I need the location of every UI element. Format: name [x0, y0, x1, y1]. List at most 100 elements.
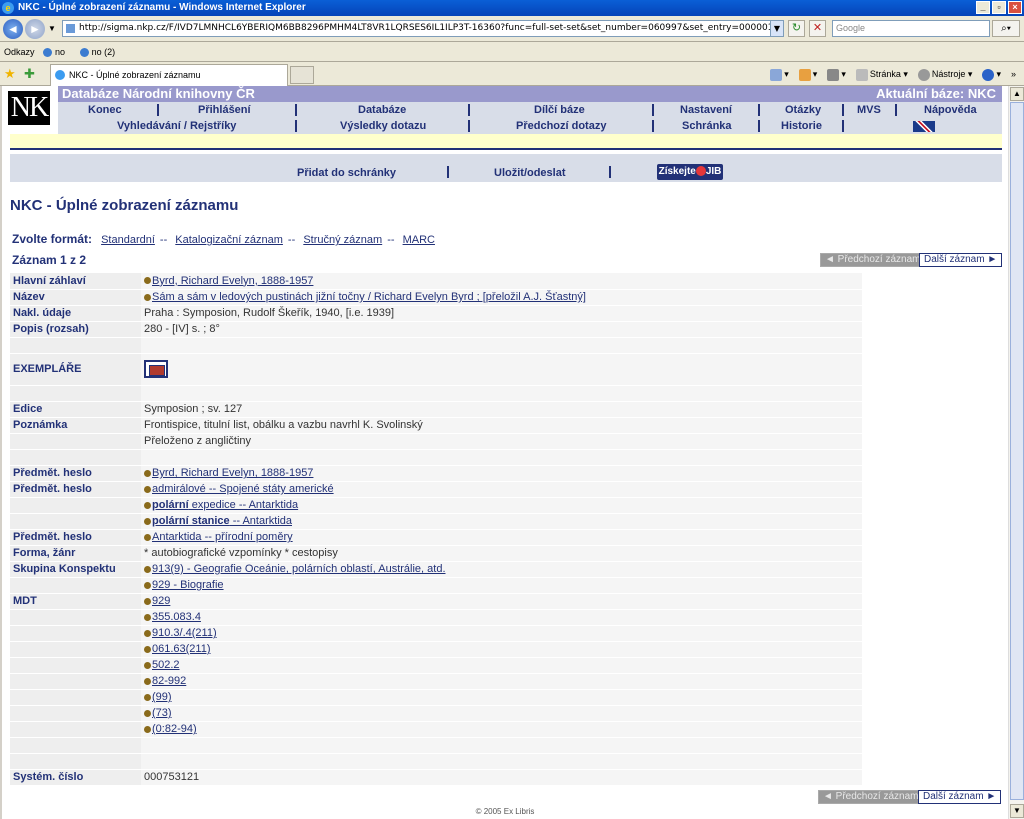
- chevron-icon[interactable]: »: [1011, 66, 1016, 82]
- english-flag-icon[interactable]: [913, 121, 935, 132]
- field-label: Nakl. údaje: [10, 305, 141, 322]
- address-dropdown-icon[interactable]: ▼: [770, 21, 783, 36]
- field-value: Přeloženo z angličtiny: [141, 433, 862, 450]
- menu-napoveda[interactable]: Nápověda: [924, 102, 977, 118]
- refresh-icon[interactable]: ↻: [788, 20, 805, 37]
- db-title: Databáze Národní knihovny ČR: [62, 86, 255, 101]
- menu-separator: [468, 104, 470, 116]
- field-link[interactable]: (99): [152, 691, 172, 703]
- field-link[interactable]: 929: [152, 595, 170, 607]
- scroll-up-icon[interactable]: ▲: [1010, 87, 1024, 101]
- menu-schranka[interactable]: Schránka: [682, 118, 732, 134]
- link-no[interactable]: no: [43, 47, 71, 58]
- back-button[interactable]: ◄: [3, 19, 23, 39]
- link-no-2[interactable]: no (2): [79, 47, 122, 58]
- window-title: NKC - Úplné zobrazení záznamu - Windows …: [18, 2, 306, 13]
- prev-record-button[interactable]: ◄ Předchozí záznam: [820, 253, 926, 267]
- field-link[interactable]: Byrd, Richard Evelyn, 1888-1957: [152, 467, 313, 479]
- print-button[interactable]: ▾: [827, 66, 846, 82]
- format-marc-link[interactable]: MARC: [403, 234, 435, 246]
- record-row: Edice Symposion ; sv. 127: [10, 401, 862, 418]
- next-record-button-bottom[interactable]: Další záznam ►: [918, 790, 1002, 804]
- search-button[interactable]: ⌕▾: [992, 20, 1020, 37]
- field-label: [10, 689, 141, 706]
- field-label: Předmět. heslo: [10, 465, 141, 482]
- maximize-button[interactable]: ▫: [992, 1, 1006, 14]
- holdings-icon[interactable]: [144, 360, 168, 378]
- add-to-basket-link[interactable]: Přidat do schránky: [297, 167, 396, 179]
- home-button[interactable]: ▾: [770, 66, 789, 82]
- tools-menu[interactable]: Nástroje ▾: [917, 66, 972, 82]
- field-link[interactable]: 355.083.4: [152, 611, 201, 623]
- menu-separator: [842, 120, 844, 132]
- save-send-link[interactable]: Uložit/odeslat: [494, 167, 566, 179]
- stop-icon[interactable]: ✕: [809, 20, 826, 37]
- notice-band: [10, 134, 1002, 150]
- field-link[interactable]: 910.3/.4(211): [152, 627, 217, 639]
- next-record-button[interactable]: Další záznam ►: [919, 253, 1003, 267]
- format-brief-link[interactable]: Stručný záznam: [303, 234, 382, 246]
- add-favorites-icon[interactable]: ✚: [24, 66, 35, 82]
- menu-databaze[interactable]: Databáze: [358, 102, 406, 118]
- page-icon: [66, 24, 75, 33]
- field-value: 929: [141, 593, 862, 610]
- menu-vyhledavani[interactable]: Vyhledávání / Rejstříky: [117, 118, 236, 134]
- feeds-button[interactable]: ▾: [798, 66, 817, 82]
- field-link[interactable]: polární stanice -- Antarktida: [152, 515, 292, 527]
- help-button[interactable]: ▾: [982, 66, 1001, 82]
- menu-mvs[interactable]: MVS: [857, 102, 881, 118]
- search-input[interactable]: Google: [832, 20, 990, 37]
- menu-dilci-baze[interactable]: Dílčí báze: [534, 102, 585, 118]
- record-row: [10, 385, 862, 402]
- bullet-icon: [144, 677, 151, 685]
- record-row: [10, 449, 862, 466]
- field-link[interactable]: 929 - Biografie: [152, 579, 224, 591]
- field-link[interactable]: Antarktida -- přírodní poměry: [152, 531, 293, 543]
- record-row: [10, 753, 862, 770]
- menu-prihlaseni[interactable]: Přihlášení: [198, 102, 251, 118]
- close-button[interactable]: ×: [1008, 1, 1022, 14]
- field-link[interactable]: Byrd, Richard Evelyn, 1888-1957: [152, 275, 313, 287]
- favorites-star-icon[interactable]: ★: [4, 66, 16, 82]
- format-standard-link[interactable]: Standardní: [101, 234, 155, 246]
- bullet-icon: [144, 693, 151, 701]
- bullet-icon: [144, 613, 151, 621]
- field-link[interactable]: admirálové -- Spojené státy americké: [152, 483, 334, 495]
- menu-vysledky-dotazu[interactable]: Výsledky dotazu: [340, 118, 426, 134]
- menu-konec[interactable]: Konec: [88, 102, 122, 118]
- menu-historie[interactable]: Historie: [781, 118, 822, 134]
- field-link[interactable]: Sám a sám v ledových pustinách jižní toč…: [152, 291, 586, 303]
- field-value: (99): [141, 689, 862, 706]
- jib-button[interactable]: Získejte JIB: [657, 164, 723, 180]
- format-catalog-link[interactable]: Katalogizační záznam: [175, 234, 283, 246]
- menu-predchozi-dotazy[interactable]: Předchozí dotazy: [516, 118, 606, 134]
- scroll-thumb[interactable]: [1010, 102, 1024, 800]
- field-value: (73): [141, 705, 862, 722]
- record-row: (73): [10, 705, 862, 722]
- forward-button[interactable]: ►: [25, 19, 45, 39]
- secondary-menu: Vyhledávání / Rejstříky Výsledky dotazu …: [58, 118, 1002, 134]
- page-menu[interactable]: Stránka ▾: [855, 66, 908, 82]
- history-dropdown-icon[interactable]: ▼: [48, 24, 56, 33]
- field-value: polární expedice -- Antarktida: [141, 497, 862, 514]
- new-tab-button[interactable]: [290, 66, 314, 84]
- db-header: Databáze Národní knihovny ČR Aktuální bá…: [58, 86, 1002, 102]
- menu-separator: [758, 120, 760, 132]
- address-input[interactable]: http://sigma.nkp.cz/F/IVD7LMNHCL6YBERIQM…: [62, 20, 784, 37]
- tab-current[interactable]: NKC - Úplné zobrazení záznamu: [50, 64, 288, 86]
- field-label: [10, 513, 141, 530]
- field-link[interactable]: 061.63(211): [152, 643, 211, 655]
- vertical-scrollbar[interactable]: ▲ ▼: [1008, 86, 1024, 819]
- field-link[interactable]: polární expedice -- Antarktida: [152, 499, 298, 511]
- field-label: Předmět. heslo: [10, 529, 141, 546]
- scroll-down-icon[interactable]: ▼: [1010, 804, 1024, 818]
- field-link[interactable]: (73): [152, 707, 172, 719]
- field-link[interactable]: 82-992: [152, 675, 186, 687]
- prev-record-button-bottom[interactable]: ◄ Předchozí záznam: [818, 790, 924, 804]
- menu-otazky[interactable]: Otázky: [785, 102, 821, 118]
- menu-nastaveni[interactable]: Nastavení: [680, 102, 732, 118]
- field-link[interactable]: (0:82-94): [152, 723, 197, 735]
- field-link[interactable]: 502.2: [152, 659, 180, 671]
- minimize-button[interactable]: _: [976, 1, 990, 14]
- field-link[interactable]: 913(9) - Geografie Oceánie, polárních ob…: [152, 563, 446, 575]
